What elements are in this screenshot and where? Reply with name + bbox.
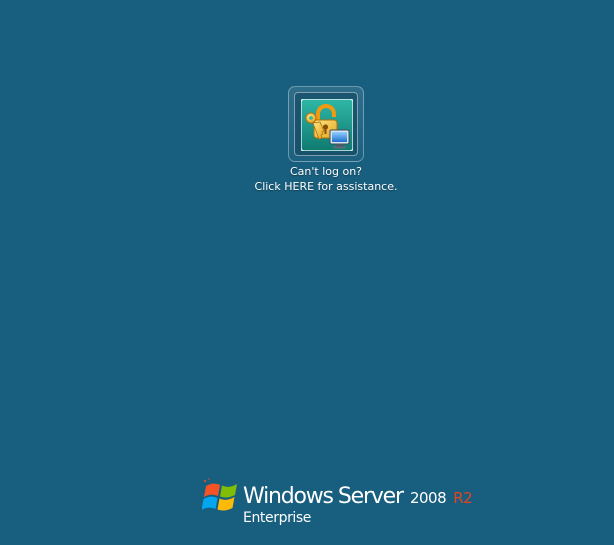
help-caption-line2: Click HERE for assistance.: [254, 180, 398, 193]
windows-flag-icon: [202, 478, 237, 511]
product-edition: Enterprise: [243, 510, 312, 526]
product-release: R2: [453, 489, 473, 507]
help-caption-line1: Can't log on?: [289, 165, 363, 178]
help-tile-frame: [294, 92, 358, 156]
windows-server-logo: Windows Server 2008 R2 Enterprise: [202, 476, 473, 532]
help-tile-button[interactable]: [288, 86, 364, 162]
product-server: Server: [337, 484, 404, 509]
product-name: Windows Server 2008 R2: [243, 484, 473, 509]
product-windows: Windows: [243, 484, 334, 509]
product-version: 2008: [409, 489, 447, 507]
help-caption[interactable]: Can't log on? Click HERE for assistance.: [226, 164, 426, 194]
key-lock-monitor-icon: [301, 99, 353, 151]
